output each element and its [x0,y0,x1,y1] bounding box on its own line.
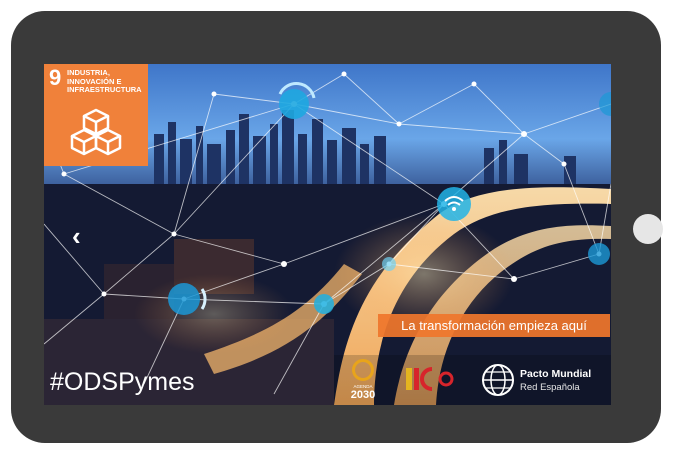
agenda-line2: 2030 [350,389,376,401]
slide-screen: 9 INDUSTRIA, INNOVACIÓN E INFRAESTRUCTUR… [44,64,611,405]
agenda-2030-logo: AGENDA 2030 [348,358,378,404]
sdg-badge: 9 INDUSTRIA, INNOVACIÓN E INFRAESTRUCTUR… [44,64,148,166]
globe-icon [482,364,514,396]
sdg-number: 9 [49,65,62,90]
pacto-mundial-title: Pacto Mundial [520,368,592,380]
sun-icon [352,359,374,381]
tagline-banner: La transformación empieza aquí [378,314,610,337]
home-button[interactable] [633,214,663,244]
pacto-mundial-subtitle: Red Española [520,382,580,393]
hashtag-label: #ODSPymes [50,368,195,396]
cubes-icon [70,108,122,156]
sdg-title: INDUSTRIA, INNOVACIÓN E INFRAESTRUCTURA [67,68,142,94]
chevron-left-icon[interactable]: ‹ [72,223,81,249]
government-logo [406,367,454,391]
